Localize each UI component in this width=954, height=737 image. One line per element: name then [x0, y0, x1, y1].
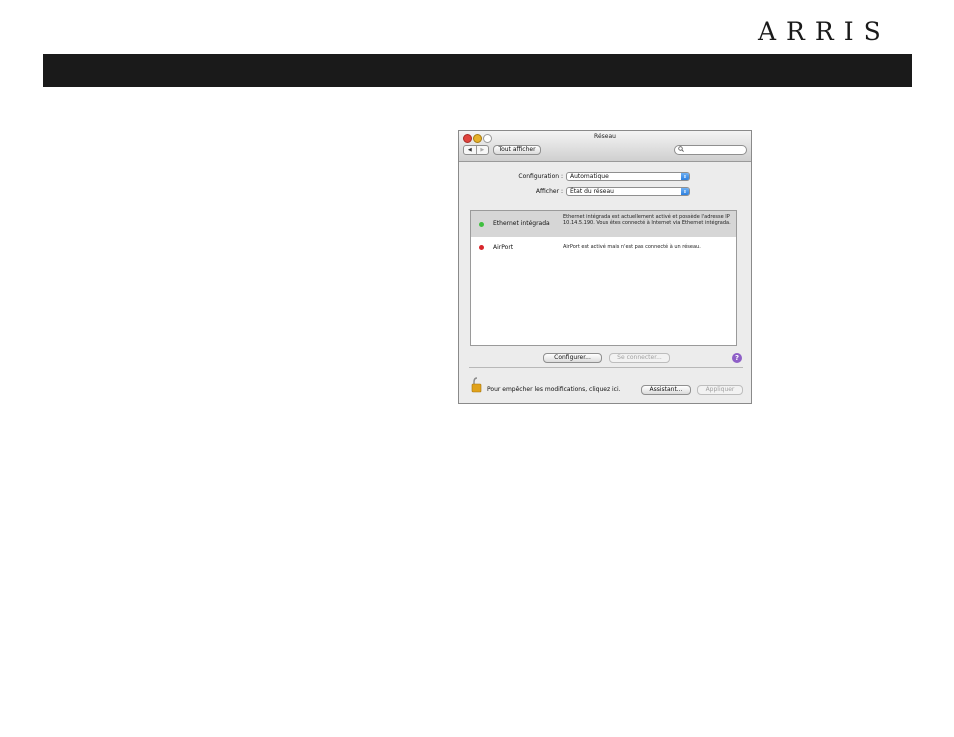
- configuration-value: Automatique: [570, 173, 609, 180]
- back-button[interactable]: ◀: [464, 146, 477, 154]
- show-select[interactable]: État du réseau ⬍: [566, 187, 690, 196]
- configuration-label: Configuration :: [518, 173, 563, 180]
- window-title: Réseau: [594, 133, 616, 140]
- lock-text: Pour empêcher les modifications, cliquez…: [487, 386, 621, 393]
- divider: [469, 367, 743, 368]
- service-name: AirPort: [493, 244, 514, 251]
- title-bar: Réseau ◀ ▶ Tout afficher: [459, 131, 751, 162]
- apply-button[interactable]: Appliquer: [697, 385, 743, 395]
- status-dot-green: [479, 222, 484, 227]
- arrows-icon: ⬍: [681, 173, 689, 180]
- forward-button[interactable]: ▶: [477, 146, 489, 154]
- show-label: Afficher :: [535, 188, 563, 195]
- assistant-button[interactable]: Assistant...: [641, 385, 691, 395]
- list-item[interactable]: Ethernet intégrada Ethernet intégrada es…: [471, 211, 736, 237]
- network-preferences-window: Réseau ◀ ▶ Tout afficher Configuration :…: [458, 130, 752, 404]
- search-icon: [678, 146, 684, 155]
- arrows-icon: ⬍: [681, 188, 689, 195]
- show-all-button[interactable]: Tout afficher: [493, 145, 541, 155]
- service-description: Ethernet intégrada est actuellement acti…: [563, 214, 731, 226]
- lock-icon[interactable]: [471, 377, 483, 393]
- service-description: AirPort est activé mais n'est pas connec…: [563, 244, 701, 250]
- status-dot-red: [479, 245, 484, 250]
- search-field[interactable]: [674, 145, 747, 155]
- configuration-select[interactable]: Automatique ⬍: [566, 172, 690, 181]
- help-icon[interactable]: ?: [732, 353, 742, 363]
- arris-logo: ARRIS: [758, 17, 891, 46]
- show-value: État du réseau: [570, 188, 614, 195]
- service-name: Ethernet intégrada: [493, 220, 550, 227]
- connect-button[interactable]: Se connecter...: [609, 353, 670, 363]
- list-item[interactable]: AirPort AirPort est activé mais n'est pa…: [471, 239, 736, 255]
- network-services-list: Ethernet intégrada Ethernet intégrada es…: [470, 210, 737, 346]
- nav-buttons: ◀ ▶: [463, 145, 489, 155]
- configure-button[interactable]: Configurer...: [543, 353, 602, 363]
- header-bar: [43, 54, 912, 87]
